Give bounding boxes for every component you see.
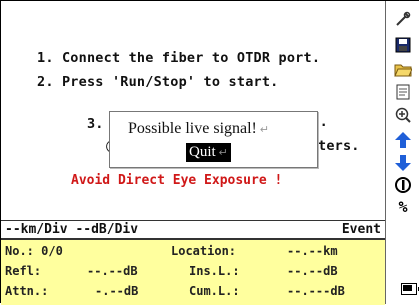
cuml-value: --.---dB [287, 284, 345, 298]
event-tab[interactable]: Event [342, 221, 381, 238]
info-icon [395, 177, 411, 193]
percent-button[interactable]: % [390, 197, 416, 217]
tools-button[interactable] [390, 9, 416, 29]
tools-icon [396, 11, 411, 26]
scale-bar: --km/Div --dB/Div Event [1, 220, 385, 239]
dialog-message-text: Possible live signal! [128, 120, 257, 137]
down-arrow-icon [395, 155, 411, 171]
up-arrow-icon [395, 132, 411, 148]
attn-value: -.--dB [95, 284, 139, 298]
up-button[interactable] [390, 130, 416, 150]
instruction-4-tail: ters. [318, 138, 360, 154]
zoom-button[interactable] [390, 105, 416, 125]
live-signal-dialog: Possible live signal! ↵ Quit ↵ [109, 111, 318, 168]
dialog-message: Possible live signal! ↵ [128, 120, 269, 138]
save-icon [395, 37, 411, 53]
scale-label: --km/Div --dB/Div [5, 222, 139, 237]
insl-label: Ins.L.: [189, 264, 240, 278]
save-button[interactable] [390, 35, 416, 55]
event-info-panel: No.: 0/0 Location: --.--km Refl: --.--dB… [1, 239, 385, 305]
report-button[interactable] [390, 82, 416, 102]
location-value: --.--km [287, 244, 338, 258]
refl-label: Refl: [5, 264, 42, 278]
location-label: Location: [171, 244, 237, 258]
refl-value: --.--dB [87, 264, 138, 278]
otdr-screen: 1. Connect the fiber to OTDR port. 2. Pr… [0, 0, 419, 305]
insl-value: --.--dB [287, 264, 338, 278]
info-button[interactable] [390, 175, 416, 195]
percent-icon: % [398, 198, 408, 216]
open-folder-icon [394, 64, 412, 77]
battery-icon [401, 283, 419, 295]
report-icon [396, 84, 410, 100]
open-button[interactable] [390, 59, 416, 79]
instruction-1: 1. Connect the fiber to OTDR port. [37, 50, 321, 66]
quit-label: Quit [189, 144, 216, 160]
attn-label: Attn.: [5, 284, 49, 298]
down-button[interactable] [390, 153, 416, 173]
eye-warning: Avoid Direct Eye Exposure ! [71, 173, 283, 188]
main-display: 1. Connect the fiber to OTDR port. 2. Pr… [1, 1, 385, 220]
quit-return-mark: ↵ [218, 147, 228, 159]
event-number: No.: 0/0 [5, 244, 63, 258]
zoom-icon [395, 107, 411, 123]
instruction-2: 2. Press 'Run/Stop' to start. [37, 74, 279, 90]
right-toolbar: % [385, 1, 419, 220]
quit-button[interactable]: Quit ↵ [186, 143, 231, 162]
return-mark: ↵ [259, 124, 270, 136]
cuml-label: Cum.L.: [189, 284, 240, 298]
